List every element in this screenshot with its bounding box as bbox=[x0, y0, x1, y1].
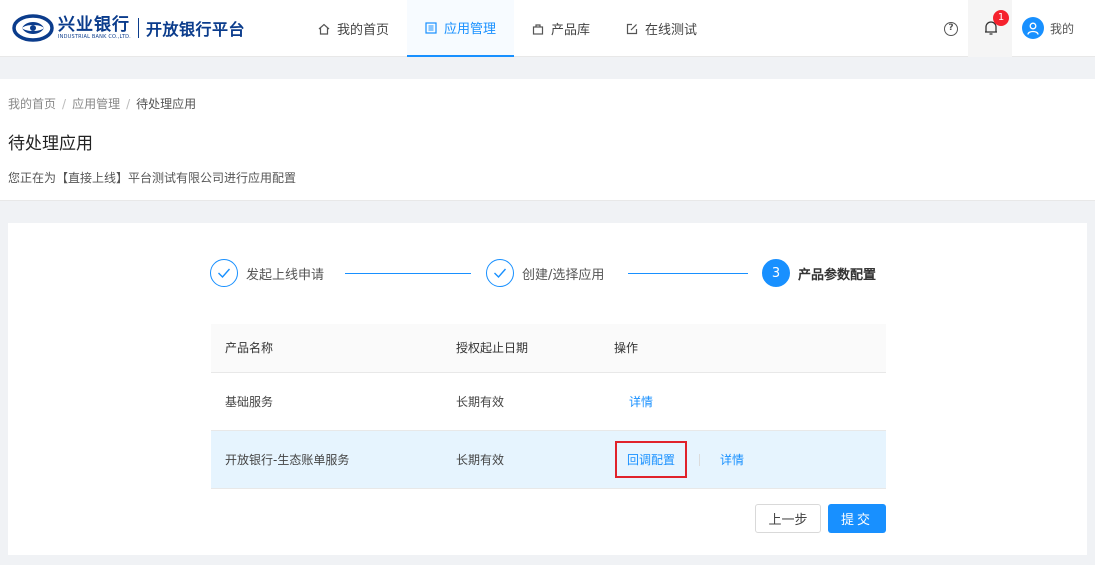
breadcrumb: 我的首页 / 应用管理 / 待处理应用 bbox=[8, 95, 196, 112]
column-header: 授权起止日期 bbox=[456, 324, 614, 373]
date-cell: 长期有效 bbox=[456, 430, 614, 489]
page-title: 待处理应用 bbox=[8, 134, 93, 154]
breadcrumb-separator: / bbox=[62, 97, 67, 111]
notification-button[interactable]: 1 bbox=[968, 0, 1012, 57]
date-cell: 长期有效 bbox=[456, 372, 614, 431]
nav-item-label: 我的首页 bbox=[337, 23, 390, 38]
step-number: 3 bbox=[762, 259, 790, 287]
app-list-icon bbox=[425, 21, 437, 34]
product-name-cell: 开放银行-生态账单服务 bbox=[211, 430, 456, 489]
breadcrumb-current: 待处理应用 bbox=[136, 97, 197, 111]
details-link[interactable]: 详情 bbox=[720, 451, 744, 468]
platform-name: 开放银行平台 bbox=[145, 20, 245, 39]
step-label: 创建/选择应用 bbox=[522, 267, 605, 283]
logo-english-name: INDUSTRIAL BANK CO.,LTD. bbox=[58, 33, 131, 40]
nav-item-label: 在线测试 bbox=[645, 23, 698, 38]
help-icon[interactable]: ? bbox=[944, 22, 958, 36]
callback-config-link[interactable]: 回调配置 bbox=[615, 440, 688, 478]
table-header-row: 产品名称 授权起止日期 操作 bbox=[211, 324, 886, 373]
page-description: 您正在为【直接上线】平台测试有限公司进行应用配置 bbox=[8, 171, 297, 185]
step-label: 发起上线申请 bbox=[246, 267, 325, 283]
user-menu[interactable]: 我的 bbox=[1022, 17, 1074, 39]
submit-button[interactable]: 提交 bbox=[828, 504, 886, 533]
column-header: 操作 bbox=[614, 324, 886, 373]
step-1: 发起上线申请 bbox=[210, 259, 324, 287]
check-icon bbox=[486, 259, 514, 287]
actions-cell: 详情 bbox=[614, 372, 886, 431]
main-nav: 我的首页 应用管理 产品库 在线测试 bbox=[300, 0, 715, 57]
table-row: 基础服务 长期有效 详情 bbox=[211, 372, 886, 431]
step-2: 创建/选择应用 bbox=[486, 259, 604, 287]
nav-item-product-library[interactable]: 产品库 bbox=[514, 0, 608, 57]
step-3: 3 产品参数配置 bbox=[762, 259, 876, 287]
breadcrumb-separator: / bbox=[126, 97, 131, 111]
edit-icon bbox=[626, 23, 638, 34]
step-label: 产品参数配置 bbox=[798, 267, 877, 283]
product-table: 产品名称 授权起止日期 操作 基础服务 长期有效 详情 开放银行-生态账单服务 … bbox=[211, 324, 886, 489]
content-card: 发起上线申请 创建/选择应用 3 产品参数配置 产品名称 授权起止日期 操作 基… bbox=[8, 223, 1087, 555]
step-connector bbox=[628, 273, 748, 274]
steps: 发起上线申请 创建/选择应用 3 产品参数配置 bbox=[210, 259, 886, 289]
user-avatar-icon bbox=[1022, 17, 1044, 39]
logo-chinese-name: 兴业银行 bbox=[58, 14, 130, 35]
nav-item-online-test[interactable]: 在线测试 bbox=[608, 0, 715, 57]
previous-step-button[interactable]: 上一步 bbox=[755, 504, 821, 533]
logo[interactable]: 兴业银行 INDUSTRIAL BANK CO.,LTD. 开放银行平台 bbox=[12, 14, 245, 42]
table-row: 开放银行-生态账单服务 长期有效 回调配置 详情 bbox=[211, 430, 886, 489]
step-connector bbox=[345, 273, 471, 274]
notification-badge: 1 bbox=[993, 10, 1009, 26]
top-header: 兴业银行 INDUSTRIAL BANK CO.,LTD. 开放银行平台 我的首… bbox=[0, 0, 1095, 57]
logo-divider bbox=[137, 18, 139, 38]
bank-logo-icon bbox=[12, 14, 54, 42]
user-menu-label: 我的 bbox=[1050, 21, 1075, 36]
action-divider bbox=[699, 454, 701, 466]
details-link[interactable]: 详情 bbox=[629, 393, 653, 410]
check-icon bbox=[210, 259, 238, 287]
breadcrumb-app-management[interactable]: 应用管理 bbox=[72, 97, 120, 111]
column-header: 产品名称 bbox=[211, 324, 456, 373]
bag-icon bbox=[532, 23, 544, 35]
page-header: 我的首页 / 应用管理 / 待处理应用 待处理应用 您正在为【直接上线】平台测试有限公司… bbox=[0, 79, 1095, 201]
nav-item-app-management[interactable]: 应用管理 bbox=[407, 0, 515, 57]
home-icon bbox=[318, 23, 330, 35]
nav-item-label: 应用管理 bbox=[444, 22, 497, 37]
nav-item-label: 产品库 bbox=[551, 23, 591, 38]
nav-item-home[interactable]: 我的首页 bbox=[300, 0, 407, 57]
actions-cell: 回调配置 详情 bbox=[614, 430, 886, 489]
breadcrumb-home[interactable]: 我的首页 bbox=[8, 97, 56, 111]
product-name-cell: 基础服务 bbox=[211, 372, 456, 431]
